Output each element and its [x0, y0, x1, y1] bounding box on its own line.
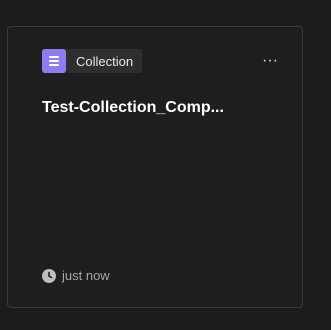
- collection-icon: [42, 49, 66, 73]
- modified-timestamp: just now: [42, 268, 110, 283]
- item-type-label: Collection: [76, 53, 134, 69]
- more-options-button[interactable]: ···: [262, 51, 278, 71]
- timestamp-text: just now: [62, 268, 110, 283]
- card-title[interactable]: Test-Collection_Comp...: [42, 99, 282, 117]
- clock-icon: [42, 268, 56, 283]
- item-type-badge: Collection: [42, 49, 143, 73]
- collection-card[interactable]: Collection ··· Test-Collection_Comp... j…: [7, 26, 303, 308]
